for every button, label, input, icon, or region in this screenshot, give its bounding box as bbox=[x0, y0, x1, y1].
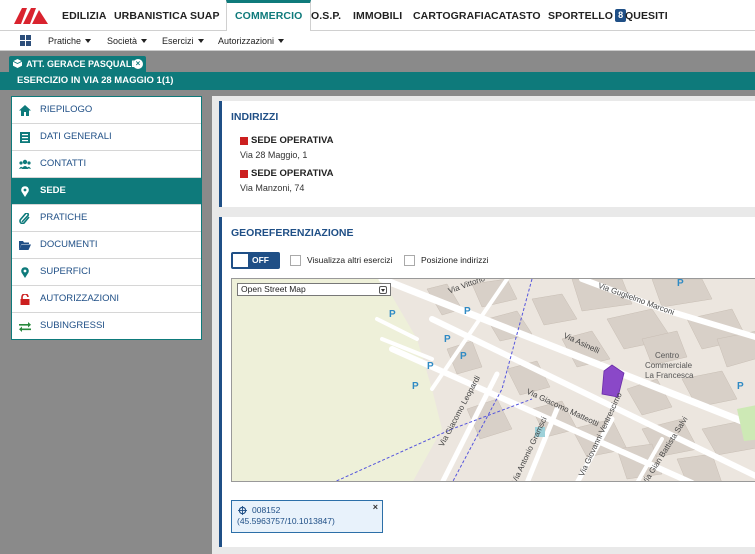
submenu-autorizzazioni-label: Autorizzazioni bbox=[218, 36, 275, 46]
nav-urbanistica[interactable]: URBANISTICA bbox=[114, 0, 187, 31]
grid-menu-icon[interactable] bbox=[20, 35, 31, 46]
top-navigation: EDILIZIA URBANISTICA SUAP COMMERCIO O.S.… bbox=[0, 0, 755, 32]
crosshair-icon bbox=[238, 506, 247, 515]
chevron-down-icon bbox=[379, 286, 387, 294]
submenu-autorizzazioni[interactable]: Autorizzazioni bbox=[218, 31, 285, 51]
map-view[interactable]: Via Vittorio Veneto Via Guglielmo Marcon… bbox=[231, 278, 755, 482]
coordinate-box: 008152 (45.5963757/10.1013847) × bbox=[231, 500, 383, 533]
sidebar-item-subingressi[interactable]: SUBINGRESSI bbox=[12, 313, 201, 340]
parking-icon: P bbox=[460, 351, 467, 362]
parking-icon: P bbox=[389, 309, 396, 320]
nav-sportello[interactable]: SPORTELLO 8 bbox=[548, 0, 627, 31]
close-icon[interactable]: × bbox=[373, 502, 378, 512]
sidebar-item-documenti[interactable]: DOCUMENTI bbox=[12, 232, 201, 259]
sidebar-item-label: CONTATTI bbox=[40, 158, 87, 169]
sidebar-item-riepilogo[interactable]: RIEPILOGO bbox=[12, 97, 201, 124]
exchange-icon bbox=[19, 322, 31, 332]
sidebar-item-label: RIEPILOGO bbox=[40, 104, 93, 115]
sidebar-item-contatti[interactable]: CONTATTI bbox=[12, 151, 201, 178]
nav-edilizia[interactable]: EDILIZIA bbox=[62, 0, 107, 31]
folder-open-icon bbox=[19, 241, 31, 250]
sidebar-item-dati-generali[interactable]: DATI GENERALI bbox=[12, 124, 201, 151]
sede-marker-icon bbox=[240, 137, 248, 145]
submenu-pratiche-label: Pratiche bbox=[48, 36, 82, 46]
nav-quesiti[interactable]: QUESITI bbox=[625, 0, 668, 31]
sede-marker-icon bbox=[240, 170, 248, 178]
sede-name: SEDE OPERATIVA bbox=[251, 168, 334, 179]
map-label-poi: La Francesca bbox=[645, 371, 694, 380]
sidebar-item-autorizzazioni[interactable]: AUTORIZZAZIONI bbox=[12, 286, 201, 313]
home-icon bbox=[19, 105, 31, 116]
caret-down-icon bbox=[278, 39, 285, 43]
nav-suap[interactable]: SUAP bbox=[190, 0, 220, 31]
nav-osp[interactable]: O.S.P. bbox=[311, 0, 341, 31]
nav-immobili[interactable]: IMMOBILI bbox=[353, 0, 402, 31]
georeferenziazione-panel: GEOREFERENZIAZIONE OFF Visualizza altri … bbox=[219, 217, 755, 547]
map-label-poi: Commerciale bbox=[645, 361, 693, 370]
nav-cartografia[interactable]: CARTOGRAFIA bbox=[413, 0, 492, 31]
map-layer-select[interactable]: Open Street Map bbox=[237, 283, 391, 296]
toggle-label: OFF bbox=[252, 255, 269, 265]
sidebar-item-label: DOCUMENTI bbox=[40, 239, 98, 250]
submenu-esercizi-label: Esercizi bbox=[162, 36, 194, 46]
sidebar: RIEPILOGO DATI GENERALI CONTATTI SEDE PR… bbox=[11, 96, 202, 340]
visualizza-altri-checkbox[interactable] bbox=[290, 255, 301, 266]
sidebar-item-label: PRATICHE bbox=[40, 212, 88, 223]
sidebar-item-label: SEDE bbox=[40, 185, 66, 196]
caret-down-icon bbox=[85, 39, 92, 43]
close-tab-icon[interactable]: × bbox=[133, 59, 143, 69]
georeferenziazione-title: GEOREFERENZIAZIONE bbox=[231, 227, 354, 239]
sidebar-item-superfici[interactable]: SUPERFICI bbox=[12, 259, 201, 286]
map-marker-icon bbox=[21, 267, 29, 278]
indirizzi-title: INDIRIZZI bbox=[231, 111, 279, 123]
submenu-esercizi[interactable]: Esercizi bbox=[162, 31, 204, 51]
map-marker-icon bbox=[21, 186, 29, 197]
sede-name: SEDE OPERATIVA bbox=[251, 135, 334, 146]
caret-down-icon bbox=[197, 39, 204, 43]
lock-icon bbox=[20, 294, 30, 305]
sidebar-item-pratiche[interactable]: PRATICHE bbox=[12, 205, 201, 232]
sidebar-item-sede[interactable]: SEDE bbox=[12, 178, 201, 205]
users-icon bbox=[19, 159, 31, 169]
paperclip-icon bbox=[19, 213, 30, 224]
caret-down-icon bbox=[141, 39, 148, 43]
parking-icon: P bbox=[677, 278, 684, 289]
georef-toggle[interactable]: OFF bbox=[231, 252, 280, 269]
toggle-knob bbox=[233, 254, 248, 267]
list-icon bbox=[20, 132, 30, 143]
sub-navigation: Pratiche Società Esercizi Autorizzazioni bbox=[0, 31, 755, 51]
sidebar-item-label: SUBINGRESSI bbox=[40, 320, 105, 331]
nav-catasto[interactable]: CATASTO bbox=[491, 0, 541, 31]
parking-icon: P bbox=[737, 381, 744, 392]
record-tab-label: ATT. GERACE PASQUALE bbox=[26, 59, 138, 69]
submenu-societa-label: Società bbox=[107, 36, 138, 46]
sidebar-item-label: SUPERFICI bbox=[40, 266, 91, 277]
record-title: ESERCIZIO IN VIA 28 MAGGIO 1(1) bbox=[0, 72, 755, 90]
app-logo[interactable] bbox=[12, 6, 50, 26]
parking-icon: P bbox=[427, 361, 434, 372]
nav-sportello-label: SPORTELLO bbox=[548, 10, 614, 22]
sidebar-item-label: DATI GENERALI bbox=[40, 131, 112, 142]
cube-icon bbox=[12, 59, 23, 68]
map-layer-value: Open Street Map bbox=[241, 284, 306, 294]
map-canvas[interactable] bbox=[232, 279, 755, 482]
submenu-pratiche[interactable]: Pratiche bbox=[48, 31, 92, 51]
posizione-indirizzi-checkbox[interactable] bbox=[404, 255, 415, 266]
sede-address: Via 28 Maggio, 1 bbox=[240, 150, 308, 160]
sidebar-item-label: AUTORIZZAZIONI bbox=[40, 293, 119, 304]
parking-icon: P bbox=[444, 334, 451, 345]
record-tab[interactable]: ATT. GERACE PASQUALE × bbox=[9, 56, 146, 72]
parking-icon: P bbox=[464, 306, 471, 317]
visualizza-altri-label: Visualizza altri esercizi bbox=[307, 255, 393, 265]
nav-commercio[interactable]: COMMERCIO bbox=[226, 0, 312, 32]
posizione-indirizzi-label: Posizione indirizzi bbox=[421, 255, 489, 265]
sede-address: Via Manzoni, 74 bbox=[240, 183, 305, 193]
indirizzi-panel: INDIRIZZI SEDE OPERATIVA Via 28 Maggio, … bbox=[219, 101, 755, 207]
parking-icon: P bbox=[412, 381, 419, 392]
coord-id: 008152 bbox=[252, 505, 281, 515]
submenu-societa[interactable]: Società bbox=[107, 31, 148, 51]
map-label-poi: Centro bbox=[655, 351, 680, 360]
coord-value: (45.5963757/10.1013847) bbox=[237, 516, 335, 526]
